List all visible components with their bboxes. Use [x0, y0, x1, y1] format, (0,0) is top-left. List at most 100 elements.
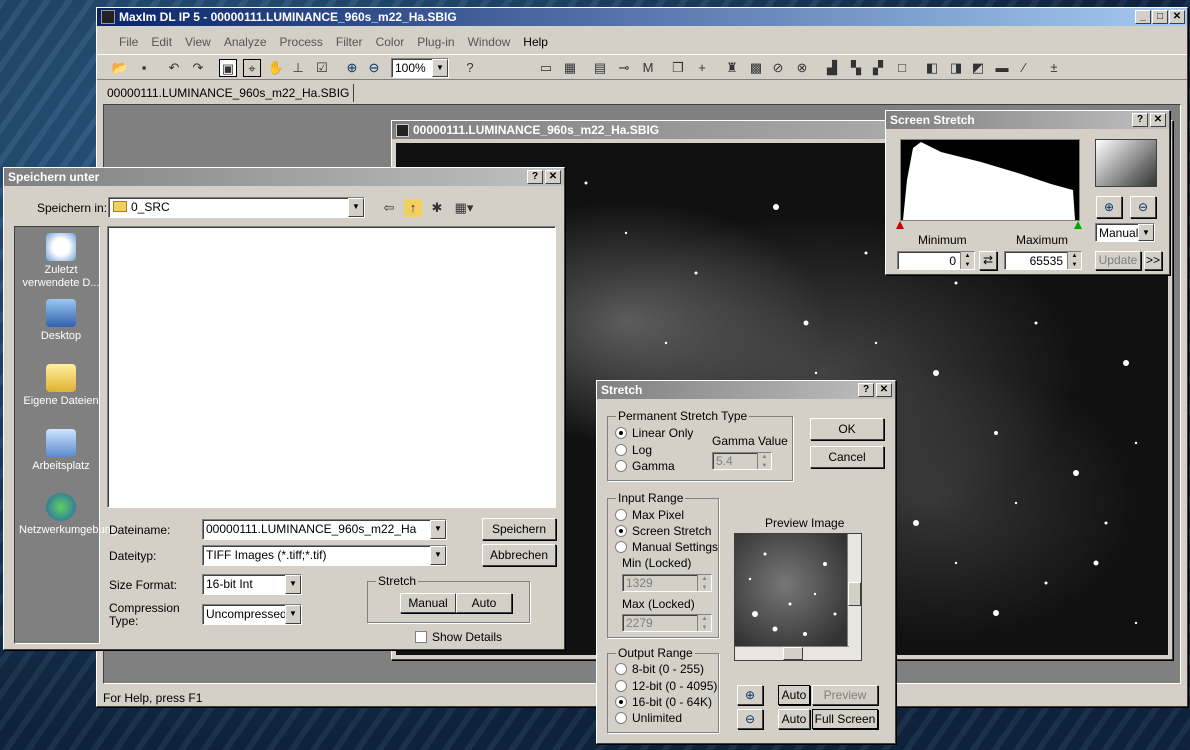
menu-edit[interactable]: Edit — [151, 35, 172, 49]
filetype-select[interactable]: TIFF Images (*.tiff;*.tif) ▼ — [202, 545, 447, 566]
tool-icon-9[interactable]: ⊘ — [769, 59, 787, 77]
cancel-button[interactable]: Abbrechen — [482, 544, 556, 566]
close-button[interactable]: ✕ — [1169, 10, 1185, 24]
stretch-zoom-in-button[interactable]: ⊕ — [1096, 196, 1122, 218]
minimum-input[interactable]: 0 ▲ ▼ — [897, 251, 975, 270]
stretch-dialog-title-bar[interactable]: Stretch — [597, 381, 895, 399]
zoom-out-icon[interactable]: ⊖ — [365, 59, 383, 77]
screen-stretch-title-bar[interactable]: Screen Stretch — [886, 111, 1169, 129]
preview-vscroll[interactable] — [847, 534, 861, 660]
histogram-min-marker[interactable] — [896, 221, 904, 229]
mode-dropdown-icon[interactable]: ▼ — [1138, 224, 1154, 241]
open-icon[interactable]: 📂 — [111, 59, 129, 77]
preview-vscroll-thumb[interactable] — [848, 582, 861, 606]
12bit-radio[interactable]: 12-bit (0 - 4095) — [615, 679, 717, 693]
menu-process[interactable]: Process — [280, 35, 323, 49]
pan-icon[interactable]: ✋ — [267, 59, 285, 77]
places-desktop[interactable]: Desktop — [19, 299, 103, 343]
menu-filter[interactable]: Filter — [336, 35, 363, 49]
tool-icon-5[interactable]: M — [639, 59, 657, 77]
max-pixel-radio[interactable]: Max Pixel — [615, 508, 684, 522]
16bit-radio[interactable]: 16-bit (0 - 64K) — [615, 695, 712, 709]
places-network[interactable]: Netzwerkumgebung — [19, 493, 117, 537]
stretch-cancel-button[interactable]: Cancel — [810, 446, 884, 468]
mode-select[interactable]: Manual ▼ — [1095, 223, 1155, 242]
gamma-spinner[interactable]: ▲ ▼ — [757, 453, 771, 469]
preview-zoom-out-button[interactable]: ⊖ — [737, 709, 763, 729]
unlimited-radio[interactable]: Unlimited — [615, 711, 682, 725]
maximize-button[interactable]: □ — [1152, 10, 1168, 24]
show-details-box[interactable] — [415, 631, 427, 643]
minimize-button[interactable]: _ — [1135, 10, 1151, 24]
log-radio[interactable]: Log — [615, 443, 652, 457]
up-folder-icon[interactable]: ↑ — [404, 199, 422, 217]
linear-only-radio[interactable]: Linear Only — [615, 426, 693, 440]
menu-plugin[interactable]: Plug-in — [417, 35, 454, 49]
curve-icon[interactable]: ⁄ — [1015, 59, 1033, 77]
manual-button[interactable]: Manual — [400, 593, 456, 613]
8bit-radio[interactable]: 8-bit (0 - 255) — [615, 662, 704, 676]
tool-icon-4[interactable]: ⊸ — [615, 59, 633, 77]
save-help-button[interactable]: ? — [527, 170, 543, 184]
tool-icon-11[interactable]: ▚ — [847, 59, 865, 77]
tool-icon-3[interactable]: ▤ — [591, 59, 609, 77]
tool-icon-8[interactable]: ▩ — [747, 59, 765, 77]
preview-button[interactable]: Preview — [812, 685, 878, 705]
expand-button[interactable]: >> — [1144, 251, 1162, 270]
preview-hscroll-thumb[interactable] — [783, 647, 803, 660]
context-help-icon[interactable]: ? — [461, 59, 479, 77]
save-dialog-title-bar[interactable]: Speichern unter — [4, 168, 564, 186]
menu-file[interactable]: File — [119, 35, 138, 49]
preview-zoom-in-button[interactable]: ⊕ — [737, 685, 763, 705]
zoom-dropdown-icon[interactable]: ▼ — [432, 59, 448, 77]
update-button[interactable]: Update — [1095, 251, 1141, 270]
gamma-radio[interactable]: Gamma — [615, 459, 675, 473]
auto-button-1[interactable]: Auto — [778, 685, 810, 705]
tool-icon-10[interactable]: ⊗ — [793, 59, 811, 77]
filetype-dropdown-icon[interactable]: ▼ — [430, 546, 446, 565]
filename-dropdown-icon[interactable]: ▼ — [430, 520, 446, 539]
histogram-max-marker[interactable] — [1074, 221, 1082, 229]
menu-help[interactable]: Help — [523, 35, 548, 49]
maximum-spinner[interactable]: ▲ ▼ — [1067, 252, 1081, 269]
manual-settings-radio[interactable]: Manual Settings — [615, 540, 718, 554]
max-locked-input[interactable]: 2279 ▲ ▼ — [622, 614, 712, 632]
tool-icon-1[interactable]: ▭ — [537, 59, 555, 77]
auto-button-2[interactable]: Auto — [778, 709, 810, 729]
image-view-icon[interactable]: ▣ — [219, 59, 237, 77]
undo-icon[interactable]: ↶ — [165, 59, 183, 77]
preview-hscroll[interactable] — [735, 646, 849, 660]
auto-button[interactable]: Auto — [456, 593, 512, 613]
compression-dropdown-icon[interactable]: ▼ — [285, 605, 301, 624]
full-screen-button[interactable]: Full Screen — [812, 709, 878, 729]
screen-stretch-close-button[interactable]: ✕ — [1150, 113, 1166, 127]
new-folder-icon[interactable]: ✱ — [428, 199, 446, 217]
screen-stretch-radio[interactable]: Screen Stretch — [615, 524, 711, 538]
tool-icon-16[interactable]: ◩ — [969, 59, 987, 77]
zoom-in-icon[interactable]: ⊕ — [343, 59, 361, 77]
min-locked-input[interactable]: 1329 ▲ ▼ — [622, 574, 712, 592]
stretch-zoom-out-button[interactable]: ⊖ — [1130, 196, 1156, 218]
tool-icon-15[interactable]: ◨ — [947, 59, 965, 77]
compression-select[interactable]: Uncompressed ▼ — [202, 604, 302, 625]
save-button[interactable]: Speichern — [482, 518, 556, 540]
menu-analyze[interactable]: Analyze — [224, 35, 267, 49]
tool-icon-14[interactable]: ◧ — [923, 59, 941, 77]
menu-window[interactable]: Window — [468, 35, 511, 49]
zoom-select[interactable]: 100% ▼ — [391, 58, 449, 78]
histogram[interactable] — [900, 139, 1080, 221]
crosshair-icon[interactable]: ⌖ — [243, 59, 261, 77]
tool-icon-13[interactable]: □ — [893, 59, 911, 77]
stamp-icon[interactable]: ⊥ — [289, 59, 307, 77]
tool-icon-6[interactable]: ❐ — [669, 59, 687, 77]
view-menu-icon[interactable]: ▦▾ — [452, 199, 476, 217]
tool-icon-17[interactable]: ▬ — [993, 59, 1011, 77]
filename-input[interactable]: 00000111.LUMINANCE_960s_m22_Ha ▼ — [202, 519, 447, 540]
menu-color[interactable]: Color — [376, 35, 405, 49]
tool-icon-12[interactable]: ▞ — [869, 59, 887, 77]
tool-icon-7[interactable]: ♜ — [723, 59, 741, 77]
menu-view[interactable]: View — [185, 35, 211, 49]
plus-minus-icon[interactable]: ± — [1045, 59, 1063, 77]
size-format-dropdown-icon[interactable]: ▼ — [285, 575, 301, 594]
max-locked-spinner[interactable]: ▲ ▼ — [697, 615, 711, 631]
